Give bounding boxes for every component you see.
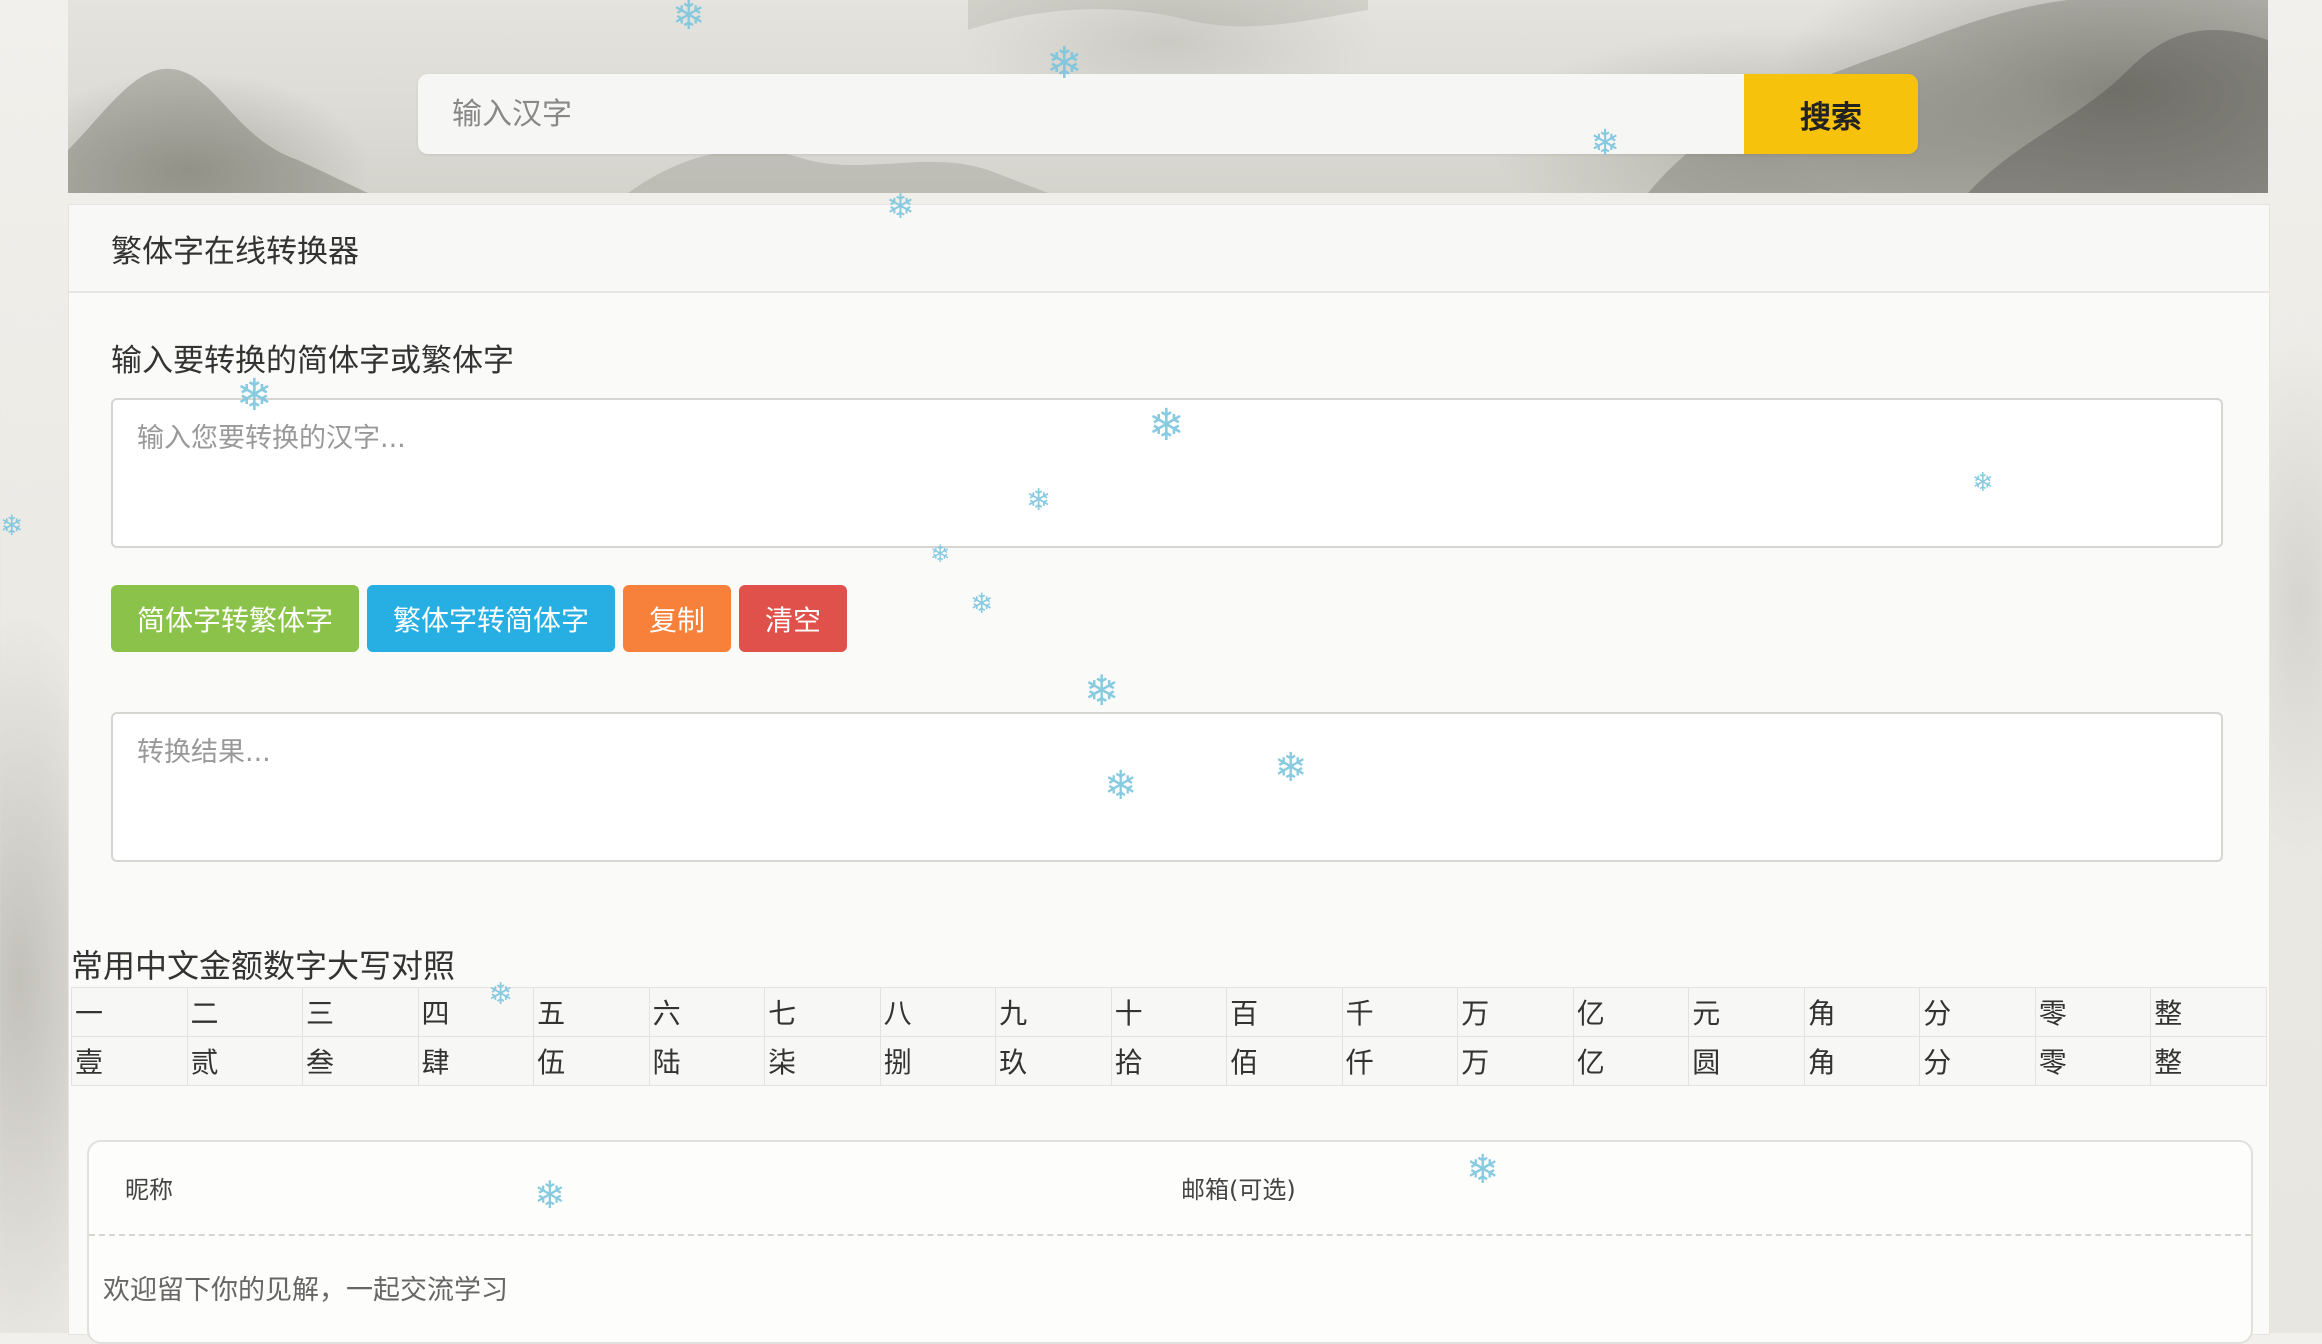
upper-numeral-cell: 陆	[648, 1036, 766, 1086]
comment-fields: 昵称 邮箱(可选)	[89, 1142, 2251, 1236]
upper-numeral-cell: 亿	[1572, 1036, 1690, 1086]
lower-numeral-cell: 五	[533, 987, 650, 1037]
clear-button[interactable]: 清空	[739, 585, 847, 652]
lower-numeral-cell: 零	[2034, 987, 2152, 1037]
result-text-output[interactable]	[111, 712, 2223, 862]
table-row-lower: 一二三四五六七八九十百千万亿元角分零整	[71, 987, 2267, 1037]
upper-numeral-cell: 零	[2034, 1036, 2152, 1086]
search-button[interactable]: 搜索	[1744, 74, 1918, 154]
snowflake-icon: ❄	[1046, 38, 1083, 89]
lower-numeral-cell: 三	[302, 987, 419, 1037]
action-buttons: 简体字转繁体字 繁体字转简体字 复制 清空	[111, 585, 847, 652]
lower-numeral-cell: 整	[2150, 987, 2267, 1037]
upper-numeral-cell: 捌	[879, 1036, 997, 1086]
lower-numeral-cell: 二	[186, 987, 304, 1037]
snowflake-icon: ❄	[1026, 483, 1052, 518]
upper-numeral-cell: 分	[1919, 1036, 2036, 1086]
upper-numeral-cell: 叁	[302, 1036, 419, 1086]
upper-numeral-cell: 玖	[995, 1036, 1112, 1086]
nickname-field[interactable]: 昵称	[125, 1170, 173, 1205]
snowflake-icon: ❄	[970, 587, 994, 620]
upper-numeral-cell: 肆	[417, 1036, 535, 1086]
comment-textarea[interactable]: 欢迎留下你的见解，一起交流学习	[103, 1268, 508, 1307]
snowflake-icon: ❄	[1148, 400, 1185, 451]
search-bar: 搜索	[418, 74, 1918, 154]
snowflake-icon: ❄	[1084, 666, 1120, 715]
panel-header: 繁体字在线转换器	[69, 205, 2269, 293]
snowflake-icon: ❄	[1104, 763, 1138, 809]
input-section-label: 输入要转换的简体字或繁体字	[111, 343, 514, 379]
snowflake-icon: ❄	[534, 1173, 566, 1217]
upper-numeral-cell: 壹	[71, 1036, 188, 1086]
table-row-upper: 壹贰叁肆伍陆柒捌玖拾佰仟万亿圆角分零整	[71, 1036, 2267, 1086]
lower-numeral-cell: 百	[1226, 987, 1343, 1037]
upper-numeral-cell: 万	[1457, 1036, 1574, 1086]
snowflake-icon: ❄	[1466, 1147, 1500, 1193]
lower-numeral-cell: 八	[879, 987, 997, 1037]
to-simplified-button[interactable]: 繁体字转简体字	[367, 585, 615, 652]
lower-numeral-cell: 元	[1688, 987, 1805, 1037]
to-traditional-button[interactable]: 简体字转繁体字	[111, 585, 359, 652]
snowflake-icon: ❄	[1590, 123, 1621, 164]
lower-numeral-cell: 十	[1110, 987, 1228, 1037]
upper-numeral-cell: 柒	[764, 1036, 881, 1086]
copy-button[interactable]: 复制	[623, 585, 731, 652]
lower-numeral-cell: 七	[764, 987, 881, 1037]
lower-numeral-cell: 九	[995, 987, 1112, 1037]
upper-numeral-cell: 拾	[1110, 1036, 1228, 1086]
lower-numeral-cell: 一	[71, 987, 188, 1037]
upper-numeral-cell: 佰	[1226, 1036, 1343, 1086]
lower-numeral-cell: 万	[1457, 987, 1574, 1037]
lower-numeral-cell: 角	[1803, 987, 1921, 1037]
lower-numeral-cell: 千	[1341, 987, 1459, 1037]
upper-numeral-cell: 整	[2150, 1036, 2267, 1086]
lower-numeral-cell: 四	[417, 987, 535, 1037]
lower-numeral-cell: 亿	[1572, 987, 1690, 1037]
upper-numeral-cell: 圆	[1688, 1036, 1805, 1086]
snowflake-icon: ❄	[886, 187, 915, 227]
comment-box: 昵称 邮箱(可选) 欢迎留下你的见解，一起交流学习	[87, 1140, 2253, 1344]
converter-panel: 繁体字在线转换器 输入要转换的简体字或繁体字 简体字转繁体字 繁体字转简体字 复…	[68, 204, 2270, 1344]
lower-numeral-cell: 分	[1919, 987, 2036, 1037]
snowflake-icon: ❄	[1274, 745, 1308, 791]
email-field[interactable]: 邮箱(可选)	[1181, 1170, 1296, 1205]
snowflake-icon: ❄	[0, 509, 24, 542]
snowflake-icon: ❄	[1972, 468, 1994, 498]
upper-numeral-cell: 伍	[533, 1036, 650, 1086]
snowflake-icon: ❄	[236, 370, 273, 421]
snowflake-icon: ❄	[672, 0, 706, 39]
lower-numeral-cell: 六	[648, 987, 766, 1037]
panel-title: 繁体字在线转换器	[111, 233, 359, 270]
amount-table-title: 常用中文金额数字大写对照	[71, 947, 456, 985]
amount-table: 一二三四五六七八九十百千万亿元角分零整 壹贰叁肆伍陆柒捌玖拾佰仟万亿圆角分零整	[71, 987, 2267, 1086]
upper-numeral-cell: 贰	[186, 1036, 304, 1086]
snowflake-icon: ❄	[930, 540, 951, 568]
upper-numeral-cell: 仟	[1341, 1036, 1459, 1086]
snowflake-icon: ❄	[488, 977, 514, 1012]
upper-numeral-cell: 角	[1803, 1036, 1921, 1086]
